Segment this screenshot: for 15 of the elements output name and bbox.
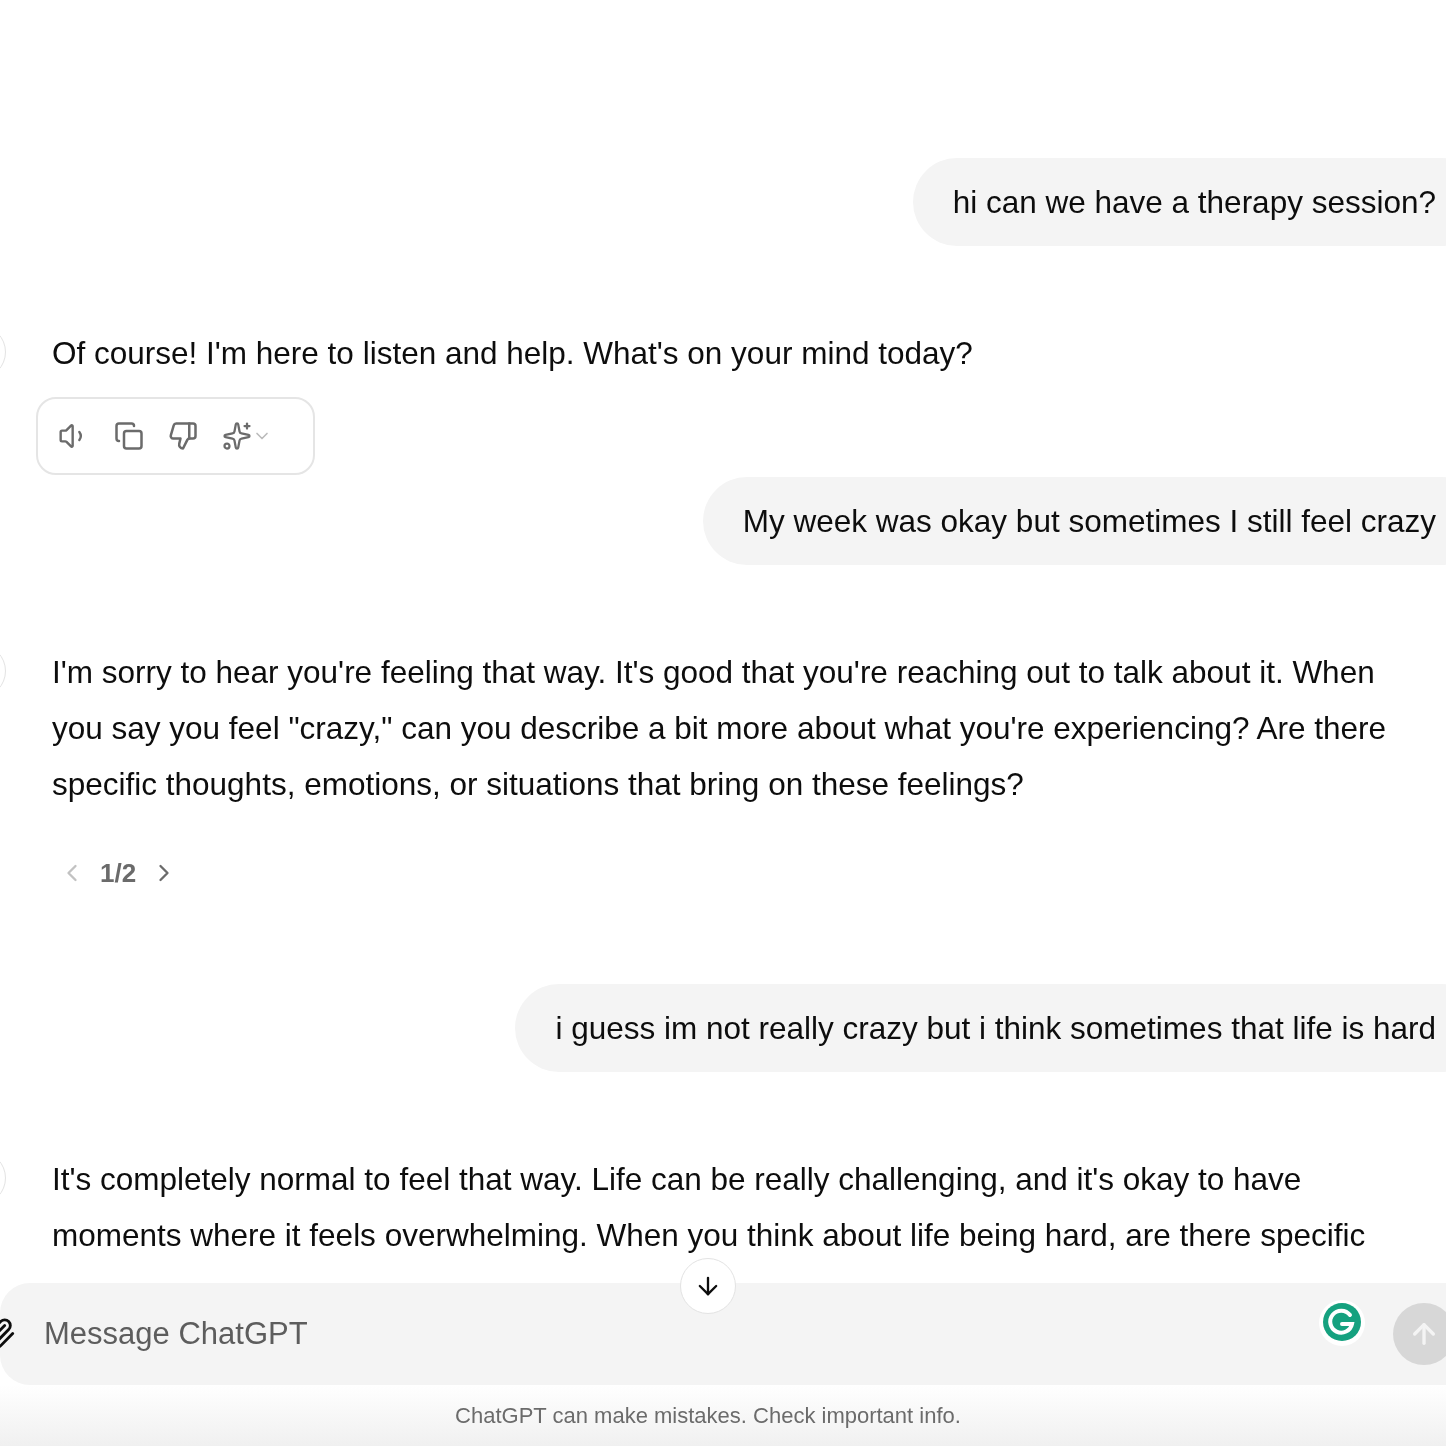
page-counter: 1/2 xyxy=(100,857,137,889)
disclaimer-text: ChatGPT can make mistakes. Check important info. xyxy=(455,1402,961,1429)
message-field[interactable]: Message ChatGPT xyxy=(0,1283,1446,1385)
assistant-message: It's completely normal to feel that way. Life can be really challenging, and it's okay to have moments where it feels overwhelming. When you think about life being hard, are there specific xyxy=(52,1160,1367,1255)
thumbs-down-icon[interactable] xyxy=(168,421,198,451)
assistant-message: I'm sorry to hear you're feeling that way. It's good that you're reaching out to talk about it. When you say you feel "crazy," can you describe a bit more about what you're experiencing? Are there specific thoughts, emotions, or situations that bring on these feelings? xyxy=(52,653,1388,804)
assistant-message: Of course! I'm here to listen and help. What's on your mind today? xyxy=(52,334,974,373)
user-message: My week was okay but sometimes I still feel crazy xyxy=(702,477,1446,565)
user-message: i guess im not really crazy but i think sometimes that life is hard xyxy=(515,984,1446,1072)
user-message: hi can we have a therapy session? xyxy=(912,158,1446,246)
copy-icon[interactable] xyxy=(114,421,144,451)
grammarly-icon[interactable] xyxy=(1317,1298,1367,1348)
sparkle-icon[interactable] xyxy=(222,421,252,451)
scroll-down-button[interactable] xyxy=(680,1258,736,1314)
message-input[interactable]: Message ChatGPT xyxy=(42,1315,1317,1353)
